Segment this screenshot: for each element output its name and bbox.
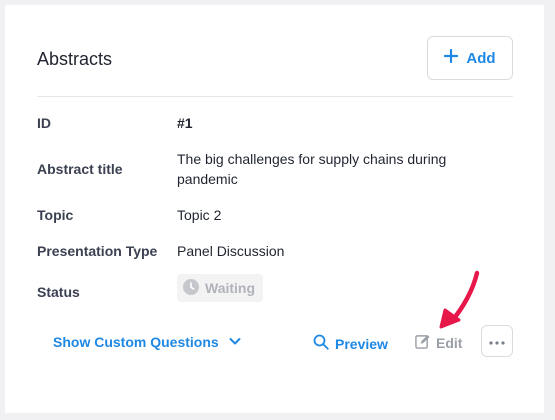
show-custom-questions-label: Show Custom Questions [53, 334, 219, 350]
edit-button-label: Edit [436, 335, 463, 351]
field-value: Topic 2 [177, 207, 222, 223]
field-label: Abstract title [37, 161, 123, 177]
field-label: ID [37, 115, 51, 131]
add-button[interactable]: Add [427, 36, 513, 80]
field-value: The big challenges for supply chains dur… [177, 151, 447, 187]
divider [37, 96, 513, 97]
more-options-button[interactable] [481, 325, 513, 357]
status-badge: Waiting [177, 274, 264, 302]
page-title: Abstracts [37, 49, 113, 69]
search-icon [313, 334, 329, 353]
field-label: Topic [37, 207, 74, 223]
abstracts-card: Abstracts Add ID #1 Abstract title The b… [5, 5, 544, 413]
more-horizontal-icon [489, 332, 505, 350]
status-badge-label: Waiting [205, 280, 256, 296]
edit-button[interactable]: Edit [415, 334, 462, 352]
preview-button[interactable]: Preview [313, 334, 388, 353]
field-label: Presentation Type [37, 243, 158, 259]
actions-bar: Show Custom Questions Preview Edit [5, 325, 544, 363]
field-value: Panel Discussion [177, 243, 285, 259]
show-custom-questions-button[interactable]: Show Custom Questions [53, 334, 241, 350]
red-arrow-annotation [439, 270, 480, 329]
field-value: #1 [177, 115, 193, 131]
add-button-label: Add [466, 49, 496, 67]
chevron-down-icon [229, 334, 241, 350]
pencil-icon [415, 334, 430, 352]
plus-icon [444, 48, 459, 67]
preview-button-label: Preview [335, 335, 388, 352]
field-label: Status [37, 284, 80, 300]
clock-icon [183, 278, 199, 298]
